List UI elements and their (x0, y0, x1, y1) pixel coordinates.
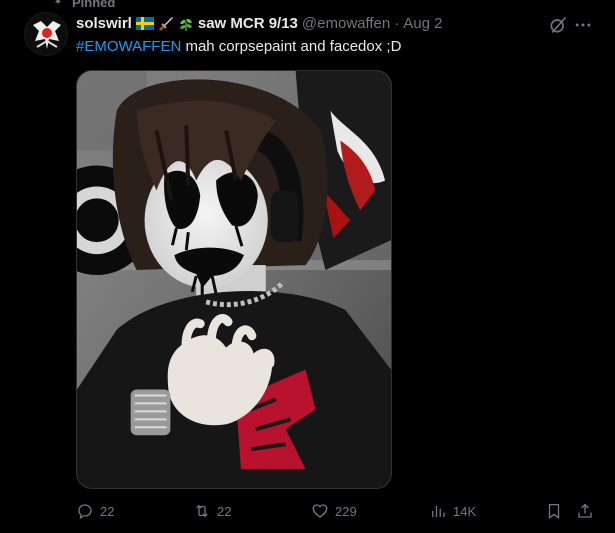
author-name[interactable]: solswirl (76, 15, 132, 32)
reply-button[interactable]: 22 (76, 501, 114, 521)
reply-icon (76, 502, 94, 520)
avatar[interactable] (24, 12, 68, 56)
repost-button[interactable]: 22 (193, 501, 231, 521)
action-bar: 22 22 229 14K (76, 501, 596, 523)
share-icon (576, 502, 594, 520)
dagger-icon (158, 16, 174, 32)
herb-icon (178, 16, 194, 32)
reply-count: 22 (100, 503, 115, 519)
bookmark-button[interactable] (545, 501, 563, 521)
share-button[interactable] (576, 501, 594, 521)
separator-dot: · (394, 15, 400, 32)
views-icon (429, 502, 447, 520)
grok-icon[interactable] (548, 15, 568, 35)
tweet-text: #EMOWAFFEN mah corpsepaint and facedox ;… (76, 38, 401, 55)
bookmark-icon (545, 502, 563, 520)
like-count: 229 (335, 503, 357, 519)
repost-icon (193, 502, 211, 520)
author-handle[interactable]: @emowaffen (302, 15, 390, 32)
tweet-body: mah corpsepaint and facedox ;D (181, 38, 402, 55)
post-date[interactable]: Aug 2 (403, 15, 442, 32)
more-icon[interactable] (572, 14, 594, 36)
views-button[interactable]: 14K (429, 501, 476, 521)
swedish-flag-icon (135, 17, 154, 30)
like-button[interactable]: 229 (311, 501, 357, 521)
like-icon (311, 502, 329, 520)
views-count: 14K (453, 503, 477, 519)
hashtag-link[interactable]: #EMOWAFFEN (76, 38, 181, 55)
repost-count: 22 (217, 503, 232, 519)
author-name-suffix[interactable]: saw MCR 9/13 (198, 15, 298, 32)
tweet-header: solswirl saw MCR 9/13 @emowaffen · Aug 2 (76, 15, 442, 32)
tweet-photo[interactable] (76, 70, 392, 489)
pinned-text: Pinned (72, 0, 116, 10)
pin-icon (52, 0, 64, 8)
pinned-label-row: Pinned (52, 0, 115, 10)
